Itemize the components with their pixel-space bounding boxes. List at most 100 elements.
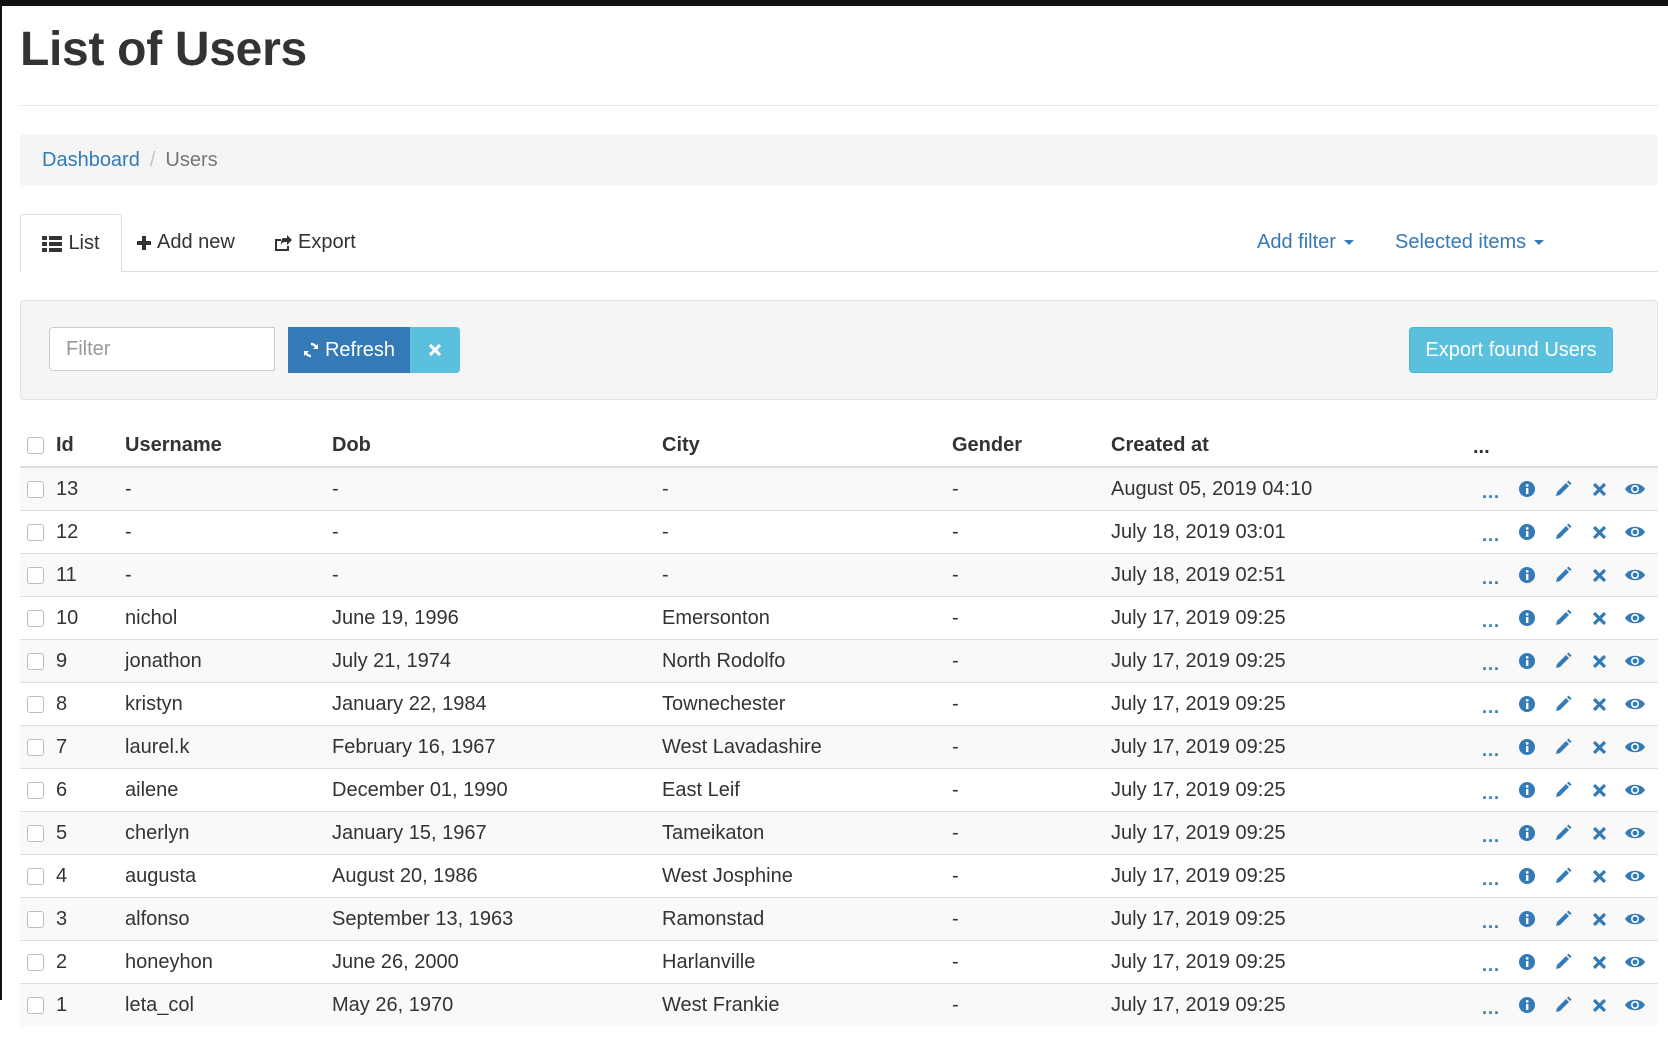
tab-add-new[interactable]: Add new [137, 214, 235, 271]
eye-icon[interactable] [1617, 611, 1653, 625]
header-gender[interactable]: Gender [952, 424, 1111, 468]
close-icon[interactable] [1581, 525, 1617, 539]
close-icon[interactable] [1581, 998, 1617, 1012]
clear-filter-button[interactable] [410, 327, 460, 373]
more-icon[interactable]: ... [1473, 783, 1509, 804]
row-checkbox[interactable] [27, 910, 44, 928]
pencil-icon[interactable] [1545, 867, 1581, 885]
info-icon[interactable] [1509, 782, 1545, 798]
pencil-icon[interactable] [1545, 695, 1581, 713]
pencil-icon[interactable] [1545, 480, 1581, 498]
eye-icon[interactable] [1617, 826, 1653, 840]
eye-icon[interactable] [1617, 869, 1653, 883]
row-checkbox[interactable] [27, 609, 44, 627]
eye-icon[interactable] [1617, 568, 1653, 582]
close-icon[interactable] [1581, 611, 1617, 625]
more-icon[interactable]: ... [1473, 912, 1509, 933]
more-icon[interactable]: ... [1473, 525, 1509, 546]
pencil-icon[interactable] [1545, 910, 1581, 928]
more-icon[interactable]: ... [1473, 482, 1509, 503]
close-icon[interactable] [1581, 869, 1617, 883]
header-dob[interactable]: Dob [332, 424, 662, 468]
row-checkbox[interactable] [27, 652, 44, 670]
more-icon[interactable]: ... [1473, 697, 1509, 718]
cell-created-at: July 17, 2019 09:25 [1111, 639, 1473, 683]
header-id[interactable]: Id [56, 424, 125, 468]
eye-icon[interactable] [1617, 998, 1653, 1012]
more-icon[interactable]: ... [1473, 826, 1509, 847]
row-checkbox[interactable] [27, 566, 44, 584]
eye-icon[interactable] [1617, 525, 1653, 539]
info-icon[interactable] [1509, 524, 1545, 540]
row-checkbox[interactable] [27, 738, 44, 756]
close-icon[interactable] [1581, 740, 1617, 754]
row-checkbox[interactable] [27, 867, 44, 885]
eye-icon[interactable] [1617, 955, 1653, 969]
eye-icon[interactable] [1617, 654, 1653, 668]
selected-items-dropdown[interactable]: Selected items [1395, 214, 1545, 271]
more-icon[interactable]: ... [1473, 869, 1509, 890]
add-filter-dropdown[interactable]: Add filter [1257, 214, 1354, 271]
pencil-icon[interactable] [1545, 824, 1581, 842]
pencil-icon[interactable] [1545, 953, 1581, 971]
info-icon[interactable] [1509, 481, 1545, 497]
close-icon[interactable] [1581, 955, 1617, 969]
cell-username: - [125, 553, 332, 597]
info-icon[interactable] [1509, 954, 1545, 970]
more-icon[interactable]: ... [1473, 740, 1509, 761]
close-icon[interactable] [1581, 654, 1617, 668]
info-icon[interactable] [1509, 997, 1545, 1013]
info-icon[interactable] [1509, 739, 1545, 755]
more-icon[interactable]: ... [1473, 955, 1509, 976]
more-icon[interactable]: ... [1473, 654, 1509, 675]
close-icon[interactable] [1581, 783, 1617, 797]
info-icon[interactable] [1509, 610, 1545, 626]
table-row: 10 nichol June 19, 1996 Emersonton - July 17,… [20, 596, 1658, 640]
close-icon[interactable] [1581, 568, 1617, 582]
tab-export[interactable]: Export [274, 214, 356, 271]
pencil-icon[interactable] [1545, 738, 1581, 756]
select-all-checkbox[interactable] [27, 436, 44, 454]
info-icon[interactable] [1509, 696, 1545, 712]
pencil-icon[interactable] [1545, 609, 1581, 627]
pencil-icon[interactable] [1545, 523, 1581, 541]
cell-actions: ... [1473, 725, 1658, 769]
filter-input[interactable] [49, 327, 275, 371]
pencil-icon[interactable] [1545, 996, 1581, 1014]
close-icon[interactable] [1581, 697, 1617, 711]
row-checkbox[interactable] [27, 523, 44, 541]
header-created-at[interactable]: Created at [1111, 424, 1473, 468]
close-icon[interactable] [1581, 482, 1617, 496]
info-icon[interactable] [1509, 567, 1545, 583]
cell-created-at: July 18, 2019 03:01 [1111, 510, 1473, 554]
close-icon[interactable] [1581, 912, 1617, 926]
tab-list[interactable]: List [20, 214, 122, 273]
row-checkbox[interactable] [27, 824, 44, 842]
row-checkbox[interactable] [27, 695, 44, 713]
info-icon[interactable] [1509, 911, 1545, 927]
refresh-button[interactable]: Refresh [288, 327, 410, 373]
row-checkbox[interactable] [27, 480, 44, 498]
pencil-icon[interactable] [1545, 566, 1581, 584]
header-city[interactable]: City [662, 424, 952, 468]
eye-icon[interactable] [1617, 482, 1653, 496]
export-found-users-button[interactable]: Export found Users [1409, 327, 1613, 373]
info-icon[interactable] [1509, 653, 1545, 669]
info-icon[interactable] [1509, 868, 1545, 884]
pencil-icon[interactable] [1545, 781, 1581, 799]
row-checkbox[interactable] [27, 996, 44, 1014]
pencil-icon[interactable] [1545, 652, 1581, 670]
header-username[interactable]: Username [125, 424, 332, 468]
eye-icon[interactable] [1617, 912, 1653, 926]
eye-icon[interactable] [1617, 740, 1653, 754]
breadcrumb-dashboard-link[interactable]: Dashboard [42, 149, 140, 172]
close-icon[interactable] [1581, 826, 1617, 840]
row-checkbox[interactable] [27, 781, 44, 799]
eye-icon[interactable] [1617, 697, 1653, 711]
more-icon[interactable]: ... [1473, 998, 1509, 1019]
more-icon[interactable]: ... [1473, 568, 1509, 589]
more-icon[interactable]: ... [1473, 611, 1509, 632]
row-checkbox[interactable] [27, 953, 44, 971]
info-icon[interactable] [1509, 825, 1545, 841]
eye-icon[interactable] [1617, 783, 1653, 797]
